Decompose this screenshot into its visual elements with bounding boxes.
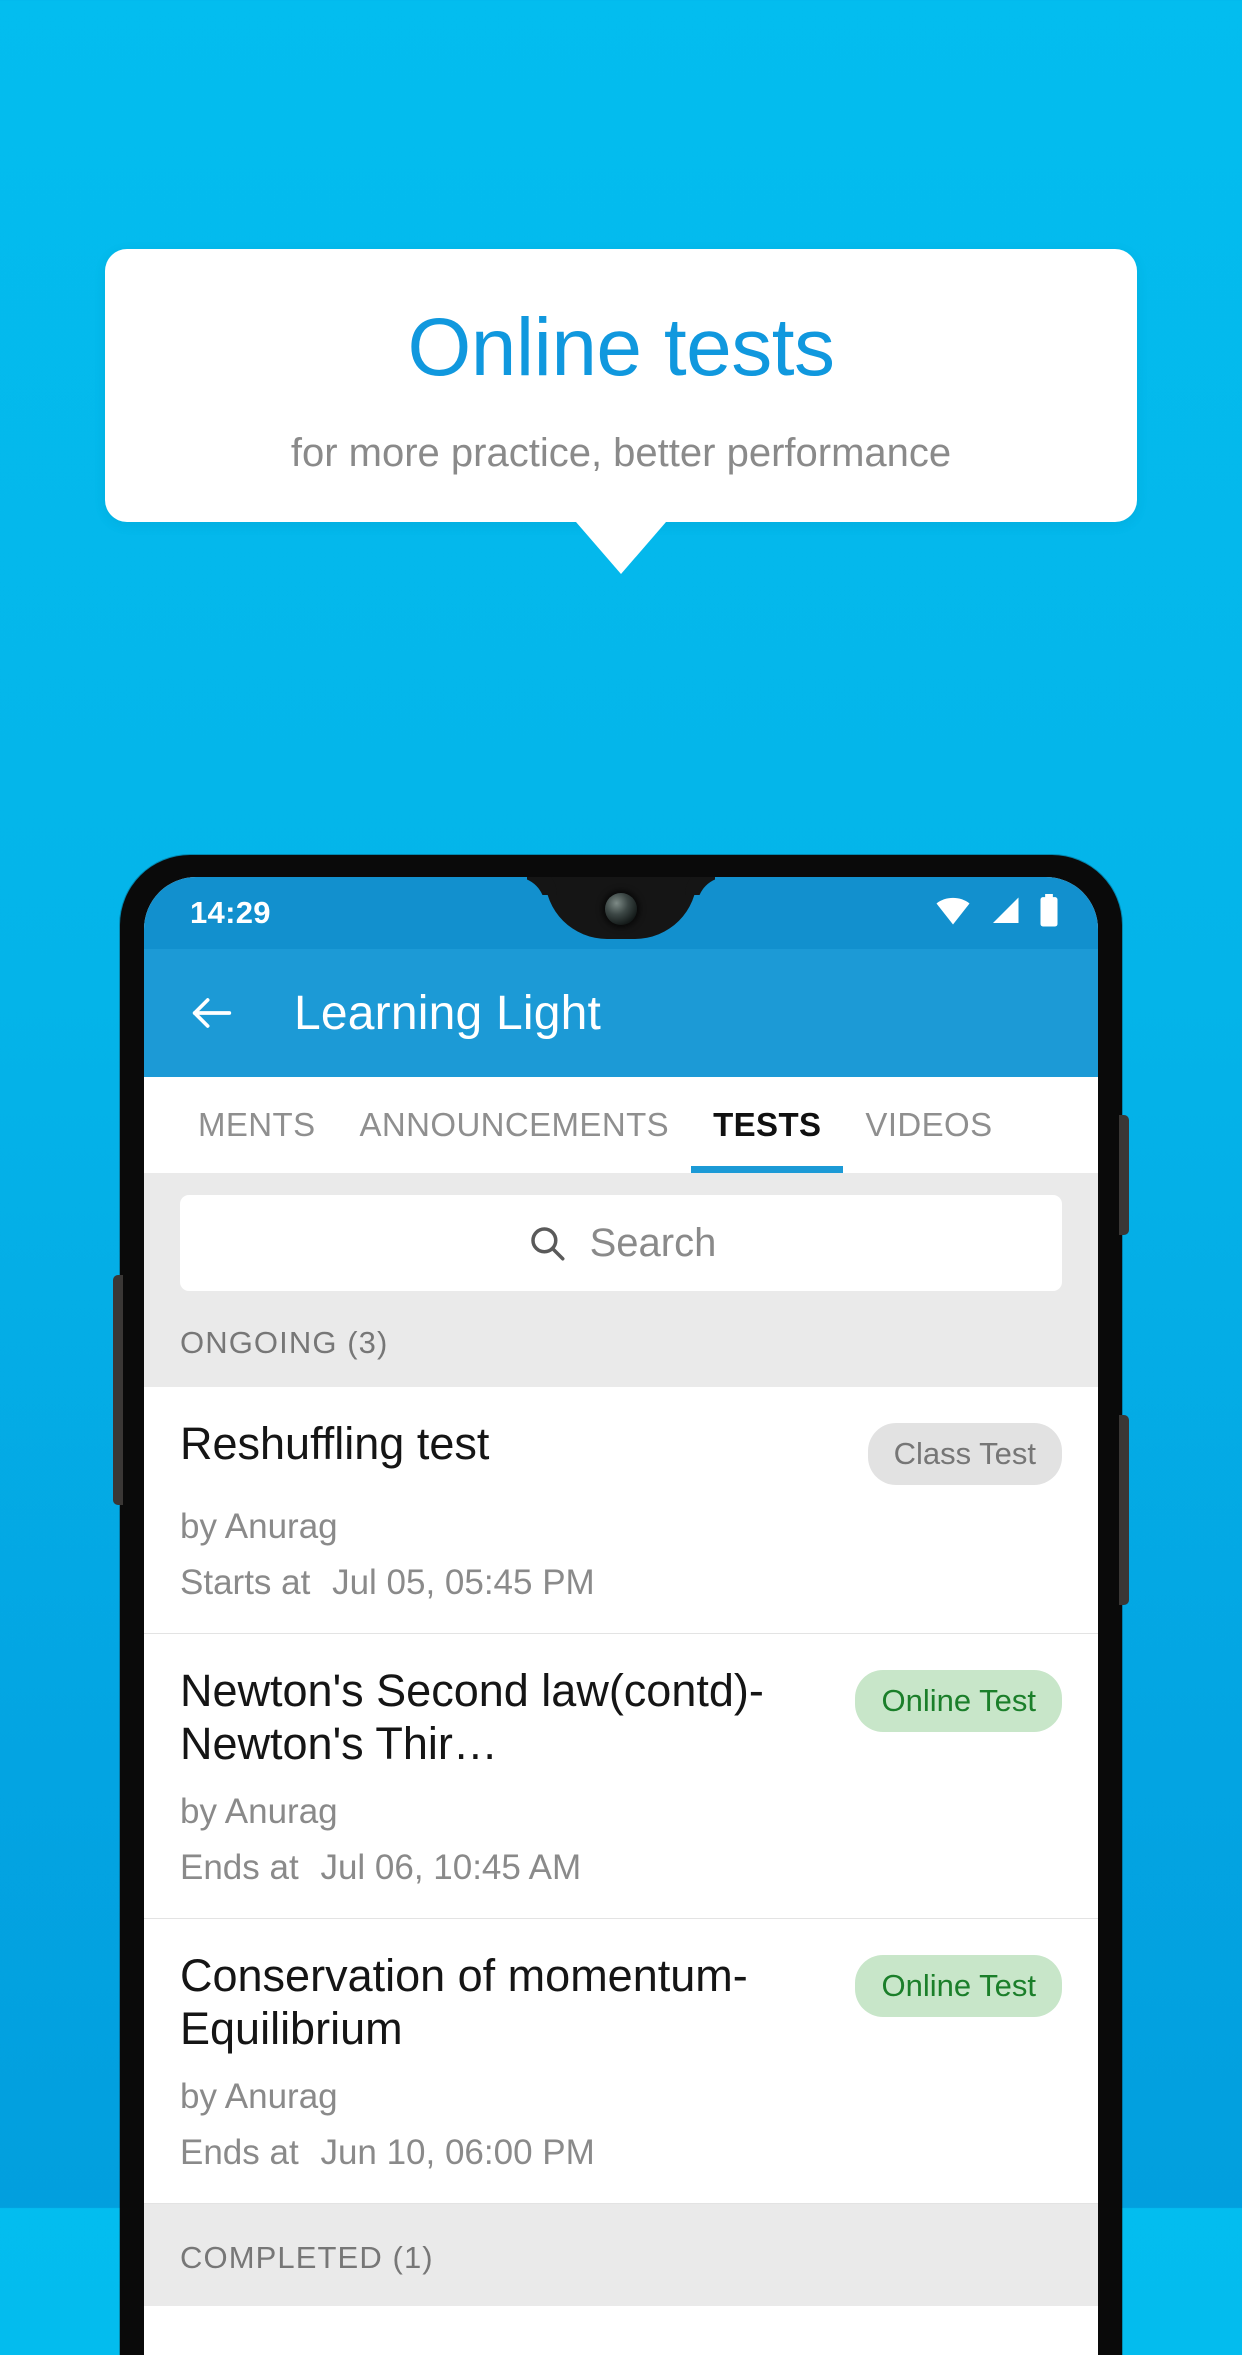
- test-card-header: Reshuffling test Class Test: [180, 1417, 1062, 1485]
- test-title: Conservation of momentum-Equilibrium: [180, 1950, 748, 2055]
- test-schedule: Ends at Jun 10, 06:00 PM: [180, 2133, 1062, 2173]
- tab-assignments[interactable]: MENTS: [176, 1077, 338, 1173]
- section-header-ongoing: ONGOING (3): [144, 1291, 1098, 1387]
- test-title: Reshuffling test: [180, 1418, 490, 1469]
- test-schedule-value: Jul 06, 10:45 AM: [320, 1848, 582, 1888]
- test-list-item[interactable]: Newton's Second law(contd)-Newton's Thir…: [144, 1634, 1098, 1920]
- status-bar-icons: [934, 893, 1060, 933]
- front-camera-lens: [605, 893, 637, 925]
- test-schedule-value: Jul 05, 05:45 PM: [332, 1563, 595, 1602]
- test-schedule: Ends at Jul 06, 10:45 AM: [180, 1848, 1062, 1888]
- signal-icon: [988, 896, 1022, 931]
- test-card-header: Conservation of momentum-Equilibrium Onl…: [180, 1949, 1062, 2055]
- camera-notch: [545, 877, 697, 939]
- test-type-badge: Online Test: [855, 1670, 1062, 1732]
- test-schedule-label: Starts at: [180, 1563, 311, 1602]
- test-schedule-value: Jun 10, 06:00 PM: [320, 2133, 595, 2173]
- search-input[interactable]: Search: [180, 1195, 1062, 1291]
- volume-down-button[interactable]: [113, 1275, 123, 1505]
- search-placeholder-text: Search: [589, 1220, 717, 1265]
- status-bar: 14:29: [144, 877, 1098, 949]
- test-schedule-label: Ends at: [180, 1848, 299, 1888]
- app-bar: Learning Light: [144, 949, 1098, 1077]
- test-list: Reshuffling test Class Test by Anurag St…: [144, 1387, 1098, 2205]
- test-type-badge: Online Test: [855, 1955, 1062, 2018]
- promo-title: Online tests: [407, 302, 835, 393]
- tab-tests[interactable]: TESTS: [691, 1077, 844, 1173]
- power-button[interactable]: [1119, 1415, 1129, 1605]
- test-list-item[interactable]: Conservation of momentum-Equilibrium Onl…: [144, 1919, 1098, 2205]
- search-icon: [526, 1222, 568, 1264]
- app-bar-title: Learning Light: [294, 986, 602, 1040]
- test-schedule-label: Ends at: [180, 2133, 299, 2173]
- wifi-icon: [934, 896, 972, 931]
- volume-up-button[interactable]: [1119, 1115, 1129, 1235]
- tab-videos[interactable]: VIDEOS: [843, 1077, 1014, 1173]
- test-card-header: Newton's Second law(contd)-Newton's Thir…: [180, 1664, 1062, 1770]
- callout-tail-triangle: [576, 522, 666, 574]
- promo-callout: Online tests for more practice, better p…: [105, 249, 1137, 574]
- test-author: by Anurag: [180, 2077, 338, 2117]
- test-list-item[interactable]: Reshuffling test Class Test by Anurag St…: [144, 1387, 1098, 1634]
- battery-icon: [1038, 893, 1060, 933]
- tab-bar: MENTS ANNOUNCEMENTS TESTS VIDEOS: [144, 1077, 1098, 1173]
- status-bar-time: 14:29: [190, 895, 271, 930]
- test-title: Newton's Second law(contd)-Newton's Thir…: [180, 1665, 764, 1770]
- test-author: by Anurag: [180, 1507, 338, 1546]
- phone-device-frame: 14:29 Learning Light MENTS ANNOUNCEMENTS…: [113, 855, 1129, 2355]
- search-region: Search: [144, 1173, 1098, 1291]
- test-schedule: Starts at Jul 05, 05:45 PM: [180, 1563, 1062, 1603]
- phone-screen: 14:29 Learning Light MENTS ANNOUNCEMENTS…: [144, 877, 1098, 2355]
- tab-announcements[interactable]: ANNOUNCEMENTS: [338, 1077, 692, 1173]
- section-header-completed: COMPLETED (1): [144, 2204, 1098, 2307]
- test-author: by Anurag: [180, 1792, 338, 1832]
- back-arrow-icon[interactable]: [186, 987, 238, 1039]
- promo-card: Online tests for more practice, better p…: [105, 249, 1137, 522]
- test-type-badge: Class Test: [867, 1423, 1062, 1485]
- promo-subtitle: for more practice, better performance: [290, 431, 952, 475]
